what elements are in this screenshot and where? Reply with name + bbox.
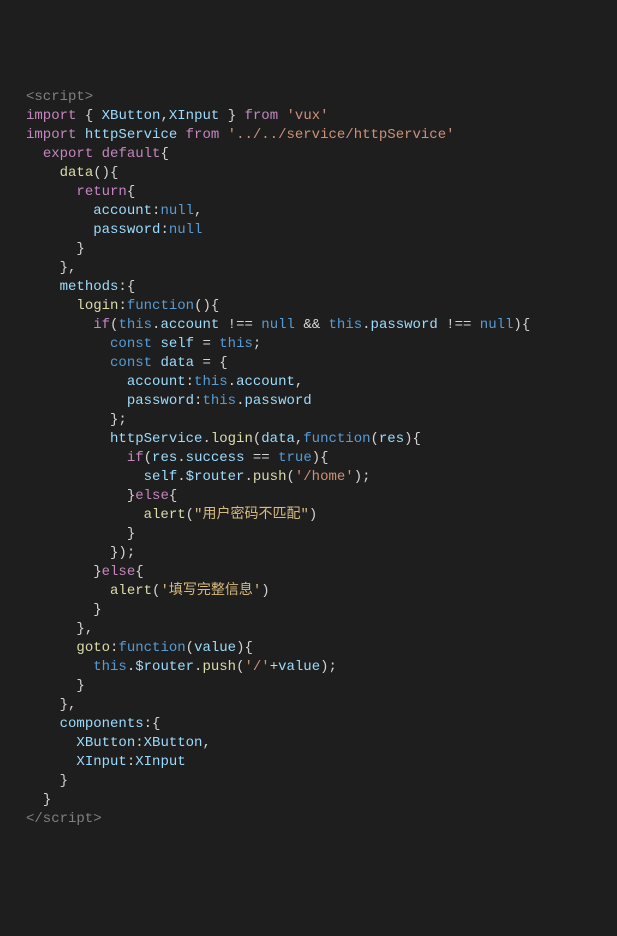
fn-login: login	[76, 298, 118, 314]
tag-close: </script>	[26, 811, 102, 827]
fn-goto: goto	[76, 640, 110, 656]
id-password: password	[93, 222, 160, 238]
str-alert1: "用户密码不匹配"	[194, 507, 309, 523]
id-xinput: XInput	[169, 108, 219, 124]
fn-push: push	[253, 469, 287, 485]
id-xbutton: XButton	[102, 108, 161, 124]
code-block: <script> import { XButton,XInput } from …	[26, 88, 591, 829]
tag-open: <script>	[26, 89, 93, 105]
kw-import: import	[26, 108, 76, 124]
id-value: value	[194, 640, 236, 656]
id-httpservice: httpService	[85, 127, 177, 143]
id-success: success	[186, 450, 245, 466]
str-slash: '/'	[244, 659, 269, 675]
str-httpservice-path: '../../service/httpService'	[228, 127, 455, 143]
id-account: account	[93, 203, 152, 219]
id-methods: methods	[60, 279, 119, 295]
id-router: $router	[186, 469, 245, 485]
str-vux: 'vux'	[287, 108, 329, 124]
id-self: self	[160, 336, 194, 352]
fn-alert: alert	[144, 507, 186, 523]
str-home: '/home'	[295, 469, 354, 485]
fn-data: data	[60, 165, 94, 181]
id-components: components	[60, 716, 144, 732]
id-res: res	[379, 431, 404, 447]
str-alert2: '填写完整信息'	[160, 583, 261, 599]
